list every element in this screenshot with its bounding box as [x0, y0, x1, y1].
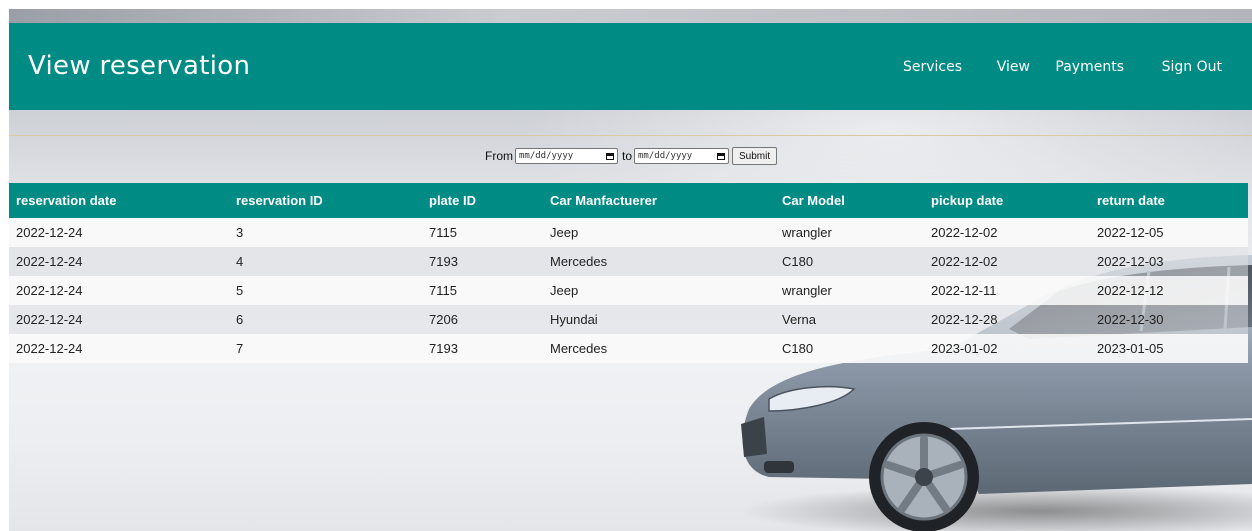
calendar-icon[interactable]: [717, 152, 726, 160]
table-cell: Mercedes: [543, 334, 775, 363]
header-bar: View reservation Services View Payments …: [9, 23, 1252, 110]
table-cell: Jeep: [543, 276, 775, 305]
column-header: Car Model: [775, 183, 924, 218]
date-filter-form: From mm/dd/yyyy to mm/dd/yyyy Submit: [485, 146, 778, 166]
page-background: View reservation Services View Payments …: [9, 9, 1252, 531]
table-cell: 2022-12-03: [1090, 247, 1248, 276]
nav-services-link[interactable]: Services: [903, 59, 962, 75]
table-cell: 4: [229, 247, 422, 276]
table-cell: 3: [229, 218, 422, 247]
table-cell: 6: [229, 305, 422, 334]
table-cell: 2023-01-02: [924, 334, 1090, 363]
table-cell: 2022-12-24: [9, 334, 229, 363]
table-cell: Hyundai: [543, 305, 775, 334]
table-cell: C180: [775, 247, 924, 276]
column-header: reservation date: [9, 183, 229, 218]
from-date-placeholder: mm/dd/yyyy: [519, 151, 574, 161]
nav-view-link[interactable]: View: [997, 59, 1030, 75]
table-cell: Jeep: [543, 218, 775, 247]
table-cell: C180: [775, 334, 924, 363]
table-row: 2022-12-24 3 7115 Jeep wrangler 2022-12-…: [9, 218, 1248, 247]
table-cell: 2022-12-28: [924, 305, 1090, 334]
table-cell: 7115: [422, 276, 543, 305]
calendar-icon[interactable]: [606, 152, 614, 160]
from-label: From: [485, 149, 513, 163]
table-row: 2022-12-24 7 7193 Mercedes C180 2023-01-…: [9, 334, 1248, 363]
table-cell: 5: [229, 276, 422, 305]
table-header-row: reservation date reservation ID plate ID…: [9, 183, 1248, 218]
divider: [9, 135, 1252, 136]
table-cell: 2022-12-24: [9, 276, 229, 305]
submit-button[interactable]: Submit: [732, 147, 778, 165]
to-date-input[interactable]: mm/dd/yyyy: [634, 148, 730, 164]
table-cell: wrangler: [775, 276, 924, 305]
table-cell: 2022-12-30: [1090, 305, 1248, 334]
column-header: return date: [1090, 183, 1248, 218]
table-cell: 2022-12-24: [9, 218, 229, 247]
table-row: 2022-12-24 6 7206 Hyundai Verna 2022-12-…: [9, 305, 1248, 334]
column-header: plate ID: [422, 183, 543, 218]
table-cell: 2022-12-02: [924, 247, 1090, 276]
column-header: pickup date: [924, 183, 1090, 218]
table-cell: 7: [229, 334, 422, 363]
table-cell: Mercedes: [543, 247, 775, 276]
table-row: 2022-12-24 4 7193 Mercedes C180 2022-12-…: [9, 247, 1248, 276]
column-header: reservation ID: [229, 183, 422, 218]
table-cell: 2022-12-05: [1090, 218, 1248, 247]
from-date-input[interactable]: mm/dd/yyyy: [515, 148, 618, 164]
table-cell: 7193: [422, 334, 543, 363]
table-cell: 7206: [422, 305, 543, 334]
table-cell: 7115: [422, 218, 543, 247]
page-title: View reservation: [28, 51, 251, 81]
column-header: Car Manfactuerer: [543, 183, 775, 218]
table-cell: 2022-12-02: [924, 218, 1090, 247]
table-cell: 7193: [422, 247, 543, 276]
to-label: to: [622, 149, 633, 163]
reservations-table: reservation date reservation ID plate ID…: [9, 183, 1248, 363]
table-row: 2022-12-24 5 7115 Jeep wrangler 2022-12-…: [9, 276, 1248, 305]
nav-sign-out-link[interactable]: Sign Out: [1162, 59, 1222, 75]
table-cell: 2023-01-05: [1090, 334, 1248, 363]
table-cell: Verna: [775, 305, 924, 334]
table-cell: 2022-12-12: [1090, 276, 1248, 305]
to-date-placeholder: mm/dd/yyyy: [638, 151, 693, 161]
table-cell: 2022-12-24: [9, 305, 229, 334]
table-cell: 2022-12-24: [9, 247, 229, 276]
nav-payments-link[interactable]: Payments: [1055, 59, 1124, 75]
table-cell: 2022-12-11: [924, 276, 1090, 305]
table-cell: wrangler: [775, 218, 924, 247]
